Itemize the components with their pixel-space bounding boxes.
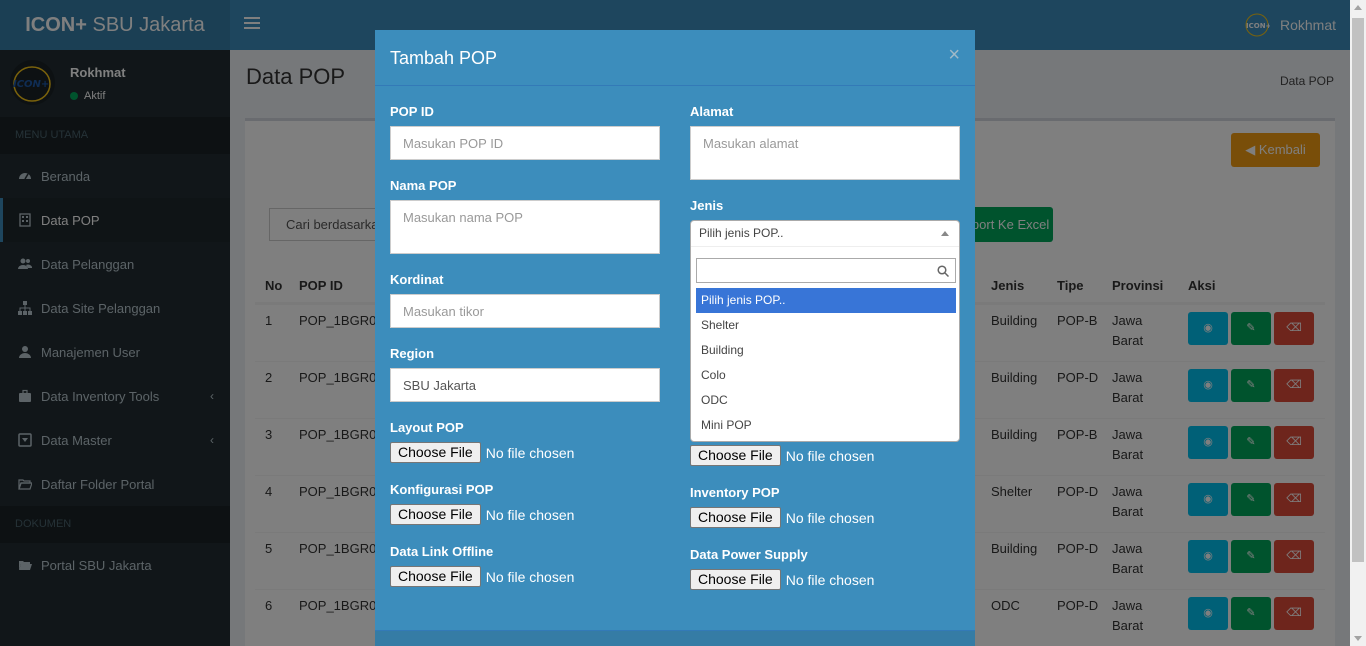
jenis-select-dropdown[interactable]: Pilih jenis POP.. Pilih jenis POP.. Shel… [690,220,960,442]
modal-footer [375,630,975,646]
data-power-supply-label: Data Power Supply [690,547,808,562]
inventory-pop-label: Inventory POP [690,485,780,500]
choose-file-button[interactable]: Choose File [390,504,481,525]
file-status: No file chosen [785,447,875,464]
kordinat-input[interactable]: Masukan tikor [390,294,660,328]
modal-header: Tambah POP × [375,30,975,86]
jenis-select-value[interactable]: Pilih jenis POP.. [691,221,959,247]
close-icon[interactable]: × [948,44,960,67]
kordinat-label: Kordinat [390,272,444,287]
scroll-down-icon[interactable] [1354,636,1362,641]
data-link-offline-label: Data Link Offline [390,544,494,559]
region-label: Region [390,346,435,361]
scrollbar-thumb[interactable] [1352,18,1364,562]
file-status: No file chosen [785,571,875,588]
jenis-search-input[interactable] [696,258,956,283]
konfigurasi-pop-file[interactable]: Choose File No file chosen [390,504,574,525]
file-status: No file chosen [485,506,575,523]
jenis-option[interactable]: ODC [696,388,956,413]
jenis-option[interactable]: Pilih jenis POP.. [696,288,956,313]
jenis-option[interactable]: Colo [696,363,956,388]
jenis-label: Jenis [690,198,724,213]
jenis-option[interactable]: Shelter [696,313,956,338]
region-input[interactable]: SBU Jakarta [390,368,660,402]
pop-id-input[interactable]: Masukan POP ID [390,126,660,160]
add-pop-modal: Tambah POP × POP ID Masukan POP ID Nama … [375,30,975,646]
nama-pop-label: Nama POP [390,178,457,193]
choose-file-button[interactable]: Choose File [390,442,481,463]
choose-file-button[interactable]: Choose File [690,445,781,466]
choose-file-button[interactable]: Choose File [390,566,481,587]
modal-title: Tambah POP [390,48,498,68]
data-link-offline-file[interactable]: Choose File No file chosen [390,566,574,587]
inventory-pop-file[interactable]: Choose File No file chosen [690,507,874,528]
choose-file-button[interactable]: Choose File [690,569,781,590]
layout-pop-label: Layout POP [390,420,464,435]
page-scrollbar[interactable] [1350,0,1366,646]
jenis-option[interactable]: Building [696,338,956,363]
file-status: No file chosen [485,444,575,461]
caret-up-icon [941,231,949,236]
layout-pop-file[interactable]: Choose File No file chosen [390,442,574,463]
choose-file-button[interactable]: Choose File [690,507,781,528]
jenis-option[interactable]: Mini POP [696,413,956,438]
file-status: No file chosen [785,509,875,526]
data-power-supply-file[interactable]: Choose File No file chosen [690,569,874,590]
scroll-up-icon[interactable] [1354,5,1362,10]
pop-id-label: POP ID [390,104,434,119]
nama-pop-textarea[interactable]: Masukan nama POP [390,200,660,254]
alamat-label: Alamat [690,104,734,119]
alamat-textarea[interactable]: Masukan alamat [690,126,960,180]
jenis-hidden-file[interactable]: Choose File No file chosen [690,445,874,466]
konfigurasi-pop-label: Konfigurasi POP [390,482,494,497]
file-status: No file chosen [485,568,575,585]
search-icon [937,264,950,280]
